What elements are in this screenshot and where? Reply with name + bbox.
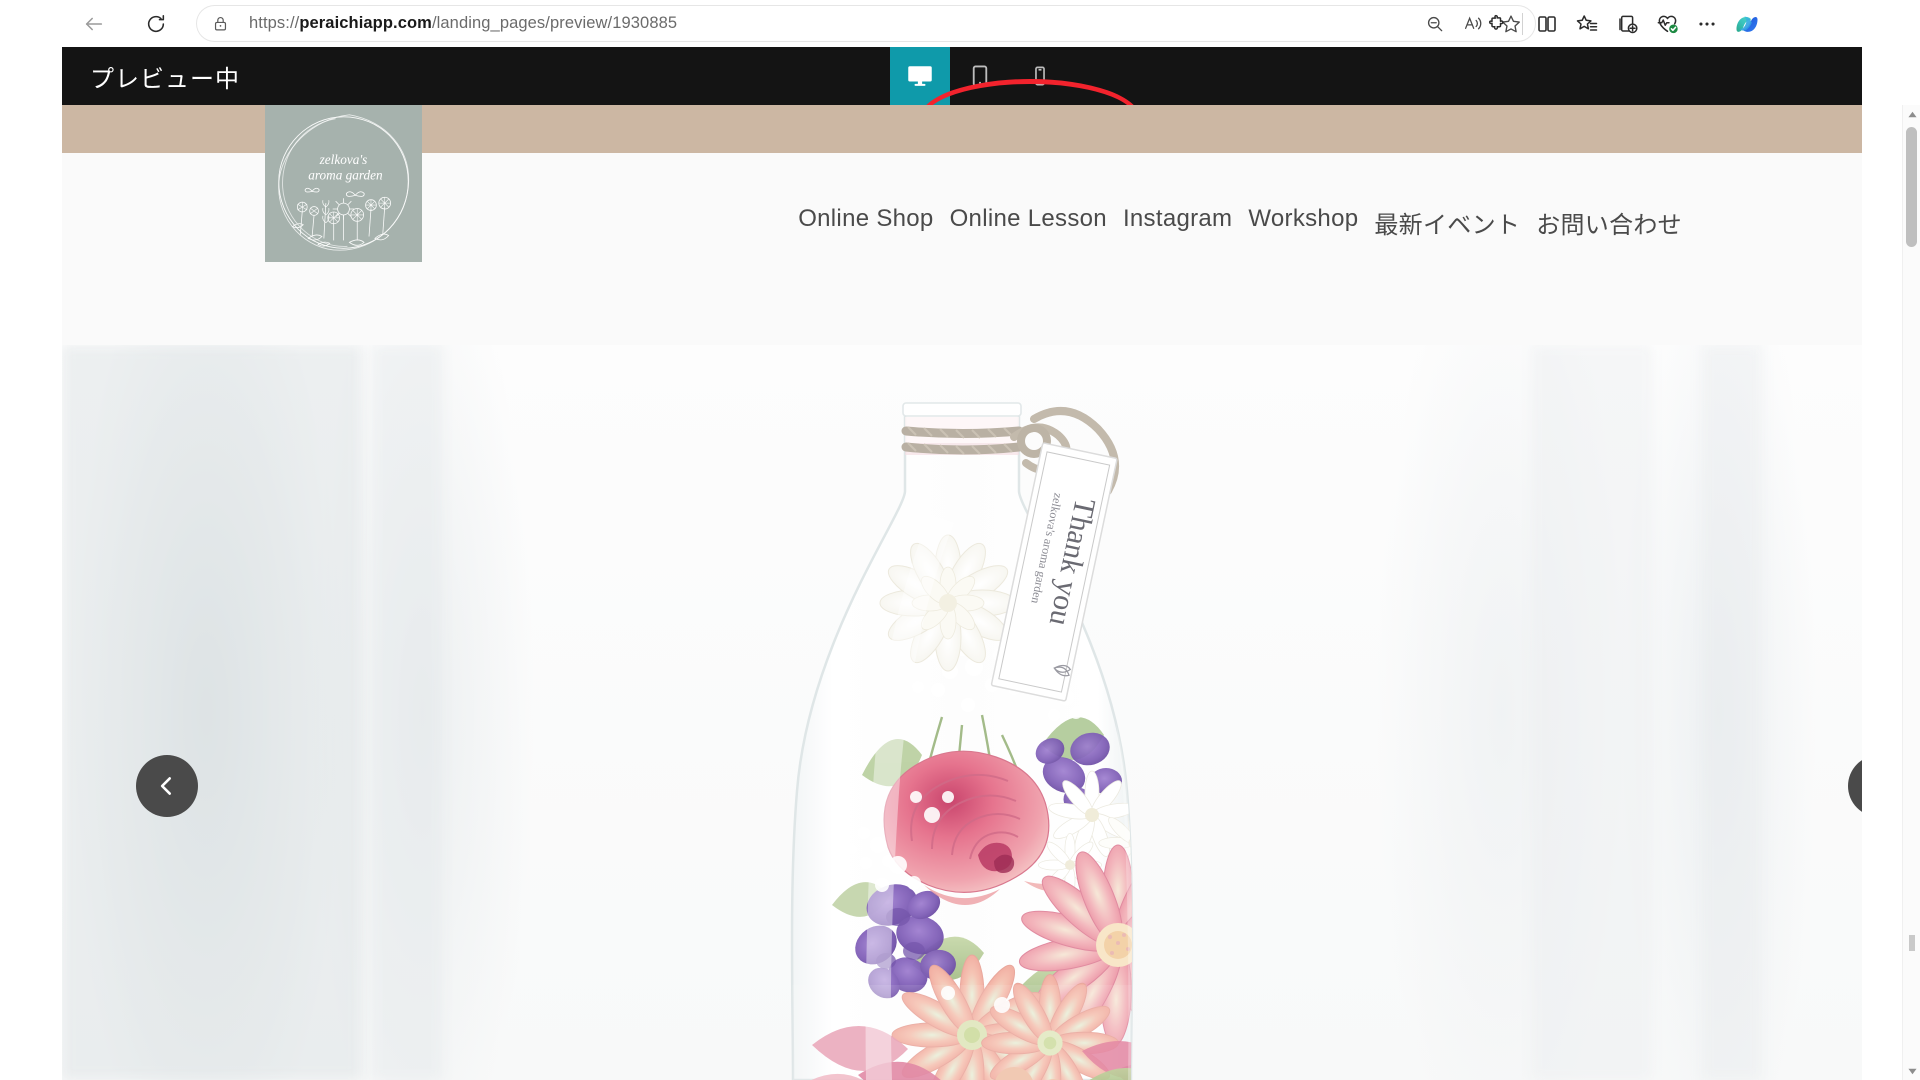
carousel-prev-button[interactable]: 前へ: [136, 755, 198, 817]
url-text[interactable]: https://peraichiapp.com/landing_pages/pr…: [249, 14, 677, 33]
favorites-list-icon[interactable]: [1567, 4, 1607, 44]
scroll-up-arrow-icon: [1907, 111, 1917, 117]
page-viewport: プレビュー中 デスクトップ タブレット: [62, 47, 1920, 1080]
nav-item-latest-event[interactable]: 最新イベント: [1374, 205, 1520, 240]
puzzle-piece-icon: [1488, 14, 1504, 30]
url-path: /landing_pages/preview/1930885: [431, 14, 678, 32]
browser-toolbar: Back Refresh https://peraichiapp.com/lan…: [0, 0, 1920, 47]
preview-bar: プレビュー中 デスクトップ タブレット: [62, 47, 1862, 105]
zoom-out-icon[interactable]: [1418, 7, 1452, 41]
star-list-icon: [1576, 14, 1598, 31]
device-toggle-mobile[interactable]: スマートフォン: [1010, 47, 1070, 105]
url-scheme: https://: [249, 14, 300, 32]
address-bar-left: https://peraichiapp.com/landing_pages/pr…: [196, 14, 677, 33]
nav-item-contact[interactable]: お問い合わせ: [1536, 205, 1682, 240]
collections-add-icon: [1619, 15, 1638, 33]
split-screen-icon[interactable]: [1527, 4, 1567, 44]
nav-item-online-shop[interactable]: Online Shop: [798, 205, 933, 240]
logo-line-2: aroma garden: [308, 168, 383, 183]
collections-icon[interactable]: [1607, 4, 1647, 44]
browser-essentials-icon[interactable]: [1647, 4, 1687, 44]
heart-pulse-check-icon: [1657, 15, 1678, 34]
device-toggle-desktop[interactable]: デスクトップ: [890, 47, 950, 105]
scrollbar-marker: [1909, 935, 1915, 951]
page-scrollbar[interactable]: [1902, 105, 1920, 1080]
herbarium-bottle: Thank you zelkova's aroma garden: [662, 345, 1262, 1080]
settings-more-icon[interactable]: [1687, 4, 1727, 44]
toolbar-divider: [1522, 12, 1523, 35]
preview-title: プレビュー中: [90, 65, 240, 93]
site-navigation: Online Shop Online Lesson Instagram Work…: [62, 205, 1862, 240]
reload-icon: [147, 14, 165, 32]
address-bar[interactable]: https://peraichiapp.com/landing_pages/pr…: [196, 5, 1536, 42]
scrollbar-thumb[interactable]: [1906, 127, 1917, 247]
hero-carousel: Thank you zelkova's aroma garden 前へ: [62, 345, 1862, 1080]
mobile-phone-icon: [1035, 66, 1045, 86]
back-arrow-icon: [85, 17, 103, 30]
reload-button[interactable]: Refresh: [138, 6, 174, 42]
lock-icon[interactable]: [212, 15, 229, 32]
logo-line-1: zelkova's: [319, 152, 368, 167]
ellipsis-icon: [1699, 21, 1715, 26]
device-toggle-group: デスクトップ タブレット スマートフォン: [890, 47, 1070, 105]
copilot-icon[interactable]: [1727, 4, 1767, 44]
nav-item-instagram[interactable]: Instagram: [1123, 205, 1232, 240]
split-pane-icon: [1538, 15, 1556, 32]
copilot-swirl-icon: [1736, 16, 1758, 32]
device-toggle-tablet[interactable]: タブレット: [950, 47, 1010, 105]
nav-item-online-lesson[interactable]: Online Lesson: [950, 205, 1107, 240]
back-button[interactable]: Back: [76, 6, 112, 42]
url-domain: peraichiapp.com: [299, 14, 432, 32]
extensions-icon[interactable]: [1478, 4, 1518, 44]
nav-item-workshop[interactable]: Workshop: [1248, 205, 1358, 240]
scrollbar-up-button[interactable]: [1903, 105, 1920, 123]
browser-actions: [1478, 0, 1767, 47]
desktop-monitor-icon: [908, 66, 932, 86]
site-content: zelkova's aroma garden Online Shop Onlin…: [62, 105, 1862, 1080]
flower-bottle-illustration: Thank you zelkova's aroma garden: [790, 402, 1134, 1080]
magnifier-minus-icon: [1427, 16, 1443, 31]
tablet-icon: [972, 65, 988, 87]
scrollbar-down-button[interactable]: [1903, 1062, 1920, 1080]
chevron-left-icon: [160, 777, 172, 795]
hero-image: Thank you zelkova's aroma garden: [62, 345, 1862, 1080]
scroll-down-arrow-icon: [1907, 1068, 1917, 1074]
